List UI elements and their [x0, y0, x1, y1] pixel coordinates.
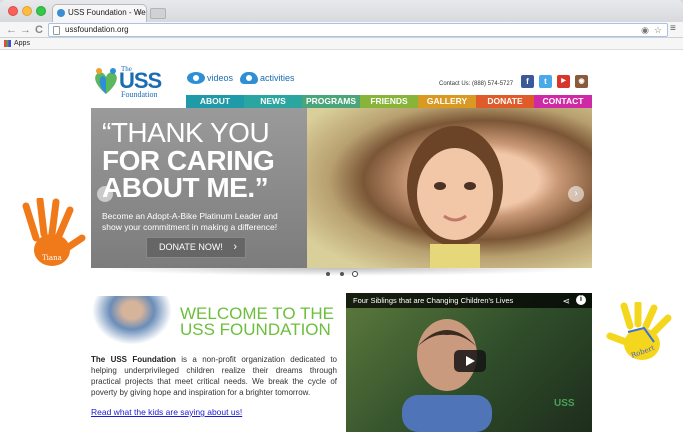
youtube-icon[interactable]: ▶: [557, 75, 570, 88]
instagram-icon[interactable]: ◉: [575, 75, 588, 88]
logo-foundation: Foundation: [121, 90, 158, 99]
main-menu: ABOUT NEWS PROGRAMS FRIENDS GALLERY DONA…: [186, 95, 592, 108]
activities-label: activities: [260, 73, 295, 83]
hero-line-2: FOR CARING: [102, 145, 275, 176]
boy-video-thumbnail: [402, 319, 492, 432]
favicon-icon: [57, 9, 65, 17]
tab-close-icon[interactable]: ×: [137, 5, 142, 21]
welcome-org-name: The USS Foundation: [91, 355, 176, 364]
eye-icon: [187, 72, 205, 84]
hero-line-3: ABOUT ME.”: [102, 172, 269, 203]
url-text: ussfoundation.org: [65, 25, 129, 34]
heart-logo-icon: [95, 68, 117, 94]
yellow-handprint-icon: Robert: [606, 302, 672, 360]
hero-sub-1: Become an Adopt-A-Bike Platinum Leader a…: [102, 211, 278, 221]
play-button-icon[interactable]: [454, 350, 486, 372]
chrome-menu-icon[interactable]: ≡: [670, 23, 676, 34]
menu-donate[interactable]: DONATE: [476, 95, 534, 108]
maximize-window-button[interactable]: [36, 6, 46, 16]
menu-programs[interactable]: PROGRAMS: [302, 95, 360, 108]
welcome-title-2: USS FOUNDATION: [180, 320, 331, 339]
youtube-video-embed[interactable]: Four Siblings that are Changing Children…: [346, 293, 592, 432]
browser-toolbar: ← → C ussfoundation.org ◉ ☆ ≡: [0, 22, 683, 38]
browser-window: USS Foundation - Welcom × ← → C ussfound…: [0, 0, 683, 439]
close-window-button[interactable]: [8, 6, 18, 16]
forward-button[interactable]: →: [20, 22, 31, 38]
slide-dot-2[interactable]: [340, 272, 344, 276]
slider-next-icon[interactable]: ›: [568, 186, 584, 202]
videos-link[interactable]: videos: [187, 72, 233, 84]
donate-now-button[interactable]: DONATE NOW! ›: [146, 237, 246, 258]
welcome-body: The USS Foundation is a non-profit organ…: [91, 354, 337, 398]
back-button[interactable]: ←: [6, 22, 17, 38]
donate-now-label: DONATE NOW!: [159, 242, 223, 252]
hero-photo: [307, 108, 592, 268]
girl-face-illustration: [407, 126, 503, 268]
reload-button[interactable]: C: [35, 22, 43, 38]
chevron-right-icon: ›: [233, 241, 237, 253]
apps-bookmark[interactable]: Apps: [14, 40, 30, 47]
slide-dot-1[interactable]: [326, 272, 330, 276]
location-icon[interactable]: ◉: [641, 24, 649, 36]
cloud-icon: [240, 72, 258, 84]
video-title-bar: Four Siblings that are Changing Children…: [346, 293, 592, 308]
menu-friends[interactable]: FRIENDS: [360, 95, 418, 108]
kids-testimonials-link[interactable]: Read what the kids are saying about us!: [91, 407, 242, 417]
orange-handprint-icon: Tiana: [22, 198, 86, 266]
hero-sub-2: show your commitment in making a differe…: [102, 222, 278, 232]
new-tab-button[interactable]: [150, 8, 166, 19]
hero-text-panel: “THANK YOU FOR CARING ABOUT ME.” Become …: [91, 108, 307, 268]
title-bar: USS Foundation - Welcom ×: [0, 0, 683, 22]
facebook-icon[interactable]: f: [521, 75, 534, 88]
apps-icon: [4, 40, 11, 47]
web-page: The USS Foundation videos activities Con…: [0, 50, 683, 439]
hand-name-left: Tiana: [42, 254, 62, 262]
slider-prev-icon[interactable]: ‹: [97, 186, 113, 202]
bookmarks-bar: Apps: [0, 38, 683, 50]
menu-contact[interactable]: CONTACT: [534, 95, 592, 108]
family-group-photo: [93, 296, 171, 344]
address-bar[interactable]: ussfoundation.org ◉ ☆: [48, 23, 668, 37]
activities-link[interactable]: activities: [240, 72, 295, 84]
twitter-icon[interactable]: t: [539, 75, 552, 88]
video-title: Four Siblings that are Changing Children…: [353, 296, 514, 305]
menu-gallery[interactable]: GALLERY: [418, 95, 476, 108]
menu-news[interactable]: NEWS: [244, 95, 302, 108]
tab-title: USS Foundation - Welcom: [68, 8, 147, 17]
share-icon[interactable]: ⋖: [562, 294, 570, 309]
contact-phone: Contact Us: (888) 574-5727: [439, 81, 514, 87]
bookmark-star-icon[interactable]: ☆: [654, 24, 662, 36]
videos-label: videos: [207, 73, 234, 83]
page-icon: [53, 26, 60, 35]
info-icon[interactable]: i: [576, 295, 586, 305]
hero-line-1: “THANK YOU: [102, 117, 270, 148]
slide-dot-3[interactable]: [352, 271, 358, 277]
video-watermark-logo: USS: [554, 398, 575, 409]
browser-tab[interactable]: USS Foundation - Welcom ×: [52, 4, 147, 22]
hero-slider: “THANK YOU FOR CARING ABOUT ME.” Become …: [91, 108, 592, 268]
minimize-window-button[interactable]: [22, 6, 32, 16]
menu-about[interactable]: ABOUT: [186, 95, 244, 108]
uss-logo[interactable]: The USS Foundation: [92, 64, 184, 100]
